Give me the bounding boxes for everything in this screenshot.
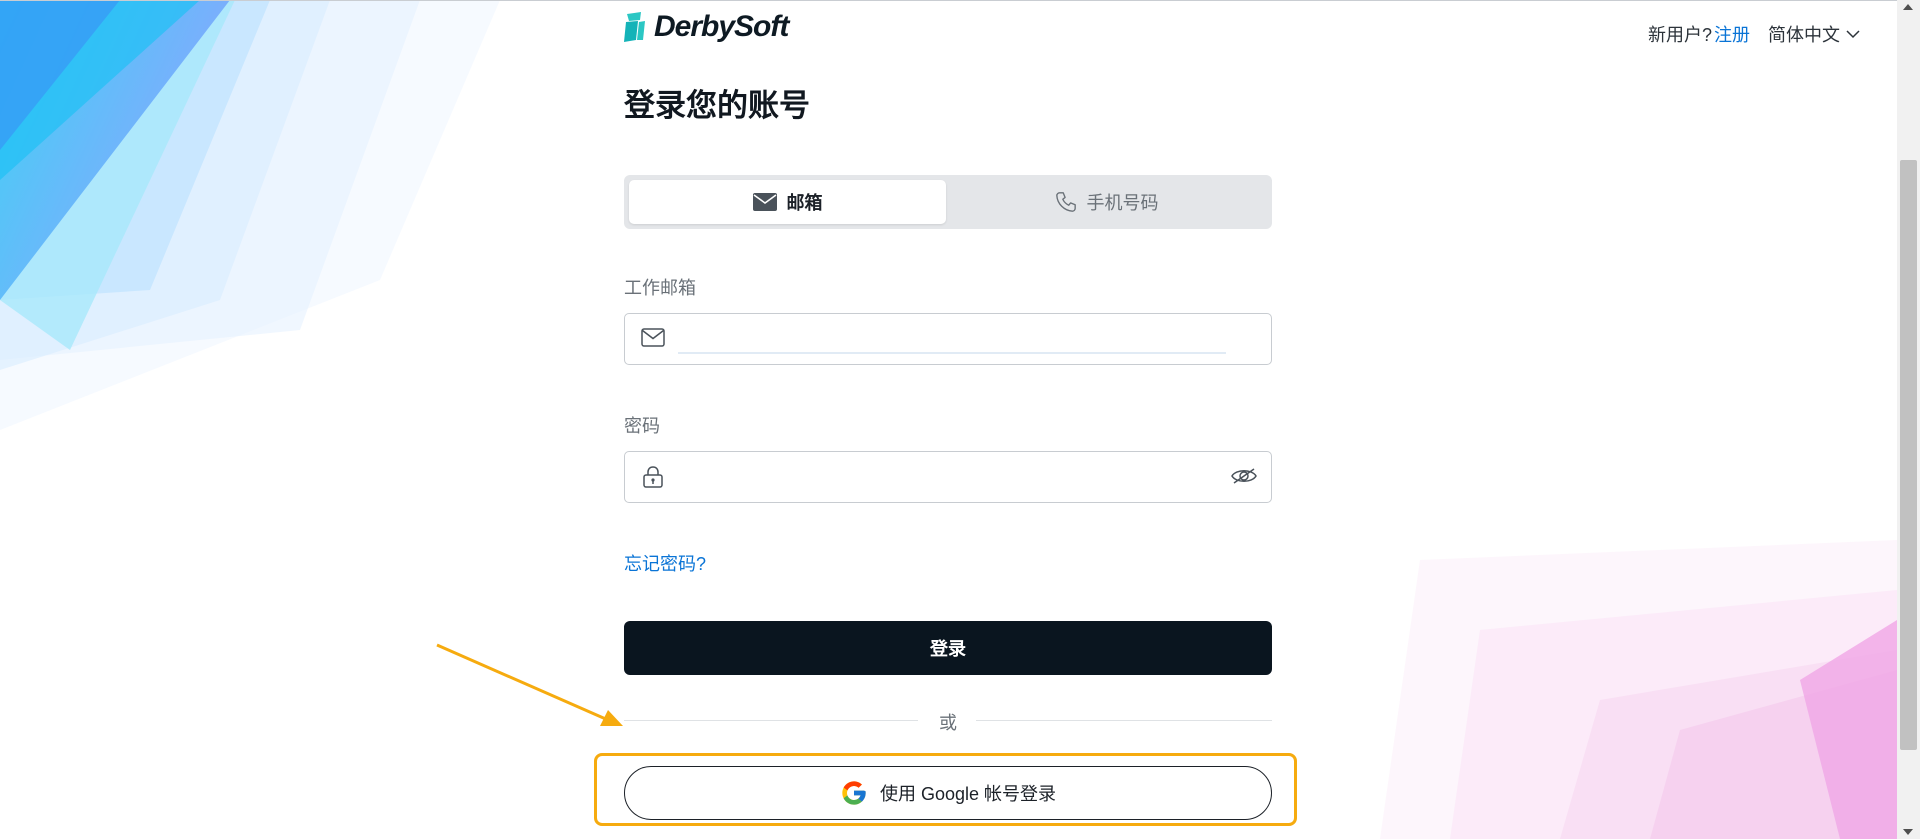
divider-line-right (976, 720, 1272, 721)
divider-or: 或 (939, 713, 957, 733)
tab-phone-label: 手机号码 (1086, 193, 1159, 213)
header-actions: 新用户? 注册 简体中文 (1648, 21, 1860, 47)
register-link[interactable]: 注册 (1714, 21, 1750, 47)
email-label: 工作邮箱 (624, 278, 696, 298)
background-decoration-right (1380, 540, 1897, 839)
lock-icon (643, 466, 663, 488)
top-border (0, 0, 1897, 1)
logo-text: DerbySoft (654, 10, 789, 43)
tab-email-label: 邮箱 (786, 193, 823, 213)
google-login-button[interactable]: 使用 Google 帐号登录 (624, 766, 1272, 820)
autofill-underline (678, 352, 1226, 354)
phone-icon (1055, 192, 1076, 212)
new-user-text: 新用户? (1647, 25, 1712, 45)
email-field-container (624, 313, 1272, 365)
derbysoft-logo-icon (624, 12, 645, 42)
tab-phone[interactable]: 手机号码 (946, 180, 1267, 224)
tab-email[interactable]: 邮箱 (629, 180, 946, 224)
chevron-down-icon (1846, 29, 1860, 38)
vertical-scrollbar[interactable] (1897, 0, 1920, 839)
toggle-password-visibility-icon[interactable] (1231, 467, 1257, 485)
google-login-label: 使用 Google 帐号登录 (879, 784, 1057, 804)
derbysoft-logo: DerbySoft (624, 10, 789, 44)
mail-icon (641, 328, 665, 347)
password-field-container (624, 451, 1272, 503)
password-label: 密码 (624, 416, 660, 436)
google-icon (842, 781, 866, 805)
divider-line-left (624, 720, 918, 721)
login-method-tabs: 邮箱 手机号码 (624, 175, 1272, 229)
password-input[interactable] (677, 460, 1181, 494)
language-label: 简体中文 (1768, 25, 1840, 45)
background-decoration-left (0, 0, 500, 430)
scroll-thumb[interactable] (1900, 160, 1917, 750)
scroll-down-arrow[interactable] (1903, 829, 1913, 835)
scroll-up-arrow[interactable] (1903, 4, 1913, 10)
email-input[interactable] (677, 322, 1181, 356)
login-button[interactable]: 登录 (624, 621, 1272, 675)
language-selector[interactable]: 简体中文 (1768, 21, 1860, 47)
page-title: 登录您的账号 (624, 88, 810, 123)
annotation-arrow (436, 643, 623, 726)
forgot-password-link[interactable]: 忘记密码? (624, 550, 706, 576)
envelope-icon (752, 193, 777, 211)
